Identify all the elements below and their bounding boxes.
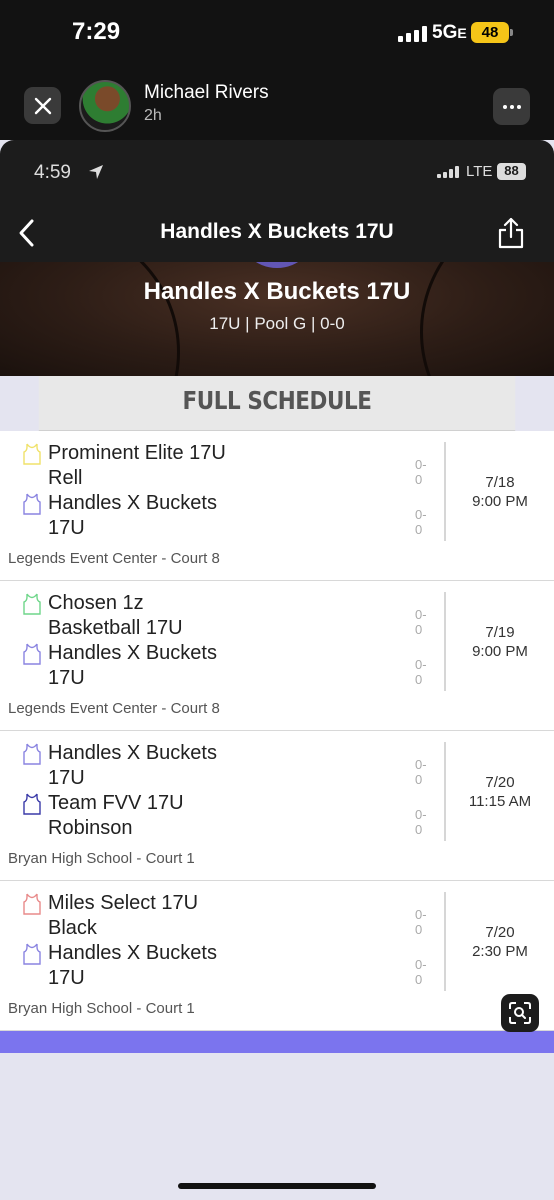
jersey-icon: [23, 943, 41, 965]
team-name: Handles X Buckets 17U: [48, 642, 217, 689]
game-datetime: 7/18 9:00 PM: [446, 473, 554, 511]
avatar[interactable]: [79, 80, 131, 132]
game-date: 7/20: [485, 774, 515, 791]
team-name: Handles X Buckets 17U: [48, 492, 217, 539]
game-datetime: 7/19 9:00 PM: [446, 623, 554, 661]
team-score: 0-0: [415, 907, 427, 937]
inner-signal-icon: [437, 166, 459, 178]
status-time: 7:29: [72, 18, 121, 45]
game-time: 2:30 PM: [472, 943, 528, 960]
jersey-icon: [23, 793, 41, 815]
more-icon: [502, 104, 507, 109]
jersey-icon: [23, 893, 41, 915]
game-date: 7/20: [485, 924, 515, 941]
game-row[interactable]: Chosen 1z Basketball 17U 0-0 Handles X B…: [0, 581, 554, 731]
jersey-icon: [23, 493, 41, 515]
scan-icon: [509, 1002, 531, 1024]
game-datetime: 7/20 2:30 PM: [446, 923, 554, 961]
inner-network-label: LTE: [466, 163, 493, 180]
team-name: Prominent Elite 17U Rell: [48, 442, 226, 489]
game-venue: Bryan High School - Court 1: [8, 850, 195, 867]
battery-icon: 48: [471, 22, 509, 43]
team-hero: Handles X Buckets 17U 17U | Pool G | 0-0: [0, 262, 554, 376]
app-navbar: 4:59 LTE 88 Handles X Buckets 17U: [0, 140, 554, 262]
team-score: 0-0: [415, 507, 427, 537]
team-score: 0-0: [415, 457, 427, 487]
game-venue: Bryan High School - Court 1: [8, 1000, 195, 1017]
game-datetime: 7/20 11:15 AM: [446, 773, 554, 811]
team-score: 0-0: [415, 757, 427, 787]
post-time: 2h: [144, 107, 162, 124]
team-name: Handles X Buckets 17U: [48, 742, 217, 789]
team-subtitle: 17U | Pool G | 0-0: [209, 314, 345, 333]
visual-lookup-button[interactable]: [501, 994, 539, 1032]
accent-bar: [0, 1031, 554, 1053]
home-indicator[interactable]: [178, 1183, 376, 1189]
team-score: 0-0: [415, 607, 427, 637]
jersey-icon: [23, 743, 41, 765]
team-score: 0-0: [415, 807, 427, 837]
team-logo: [237, 262, 317, 268]
team-title: Handles X Buckets 17U: [143, 278, 411, 305]
game-row[interactable]: Prominent Elite 17U Rell 0-0 Handles X B…: [0, 431, 554, 581]
page-title: Handles X Buckets 17U: [160, 220, 394, 243]
team-score: 0-0: [415, 657, 427, 687]
more-button[interactable]: [493, 88, 530, 125]
inner-status-time: 4:59: [34, 162, 71, 183]
share-icon[interactable]: [497, 216, 525, 250]
game-date: 7/19: [485, 624, 515, 641]
close-button[interactable]: [24, 87, 61, 124]
user-name[interactable]: Michael Rivers: [144, 82, 269, 104]
game-time: 11:15 AM: [468, 793, 532, 810]
game-venue: Legends Event Center - Court 8: [8, 700, 220, 717]
schedule-list: Prominent Elite 17U Rell 0-0 Handles X B…: [0, 431, 554, 1031]
game-time: 9:00 PM: [472, 493, 528, 510]
jersey-icon: [23, 593, 41, 615]
jersey-icon: [23, 643, 41, 665]
game-date: 7/18: [485, 474, 515, 491]
battery-tip: [510, 29, 513, 36]
jersey-icon: [23, 443, 41, 465]
section-title: FULL SCHEDULE: [38, 376, 516, 431]
status-bar: 7:29 5GE 48: [0, 0, 554, 64]
team-name: Team FVV 17U Robinson: [48, 792, 184, 839]
inner-battery-icon: 88: [497, 163, 526, 180]
close-icon: [34, 97, 51, 114]
game-row[interactable]: Handles X Buckets 17U 0-0 Team FVV 17U R…: [0, 731, 554, 881]
team-name: Handles X Buckets 17U: [48, 942, 217, 989]
team-score: 0-0: [415, 957, 427, 987]
signal-icon: [398, 26, 427, 42]
game-row[interactable]: Miles Select 17U Black 0-0 Handles X Buc…: [0, 881, 554, 1031]
location-arrow-icon: [89, 165, 103, 179]
game-time: 9:00 PM: [472, 643, 528, 660]
game-venue: Legends Event Center - Court 8: [8, 550, 220, 567]
network-label: 5GE: [432, 22, 467, 43]
team-name: Chosen 1z Basketball 17U: [48, 592, 183, 639]
story-header: 7:29 5GE 48 Michael Rivers 2h: [0, 0, 554, 140]
team-name: Miles Select 17U Black: [48, 892, 199, 939]
